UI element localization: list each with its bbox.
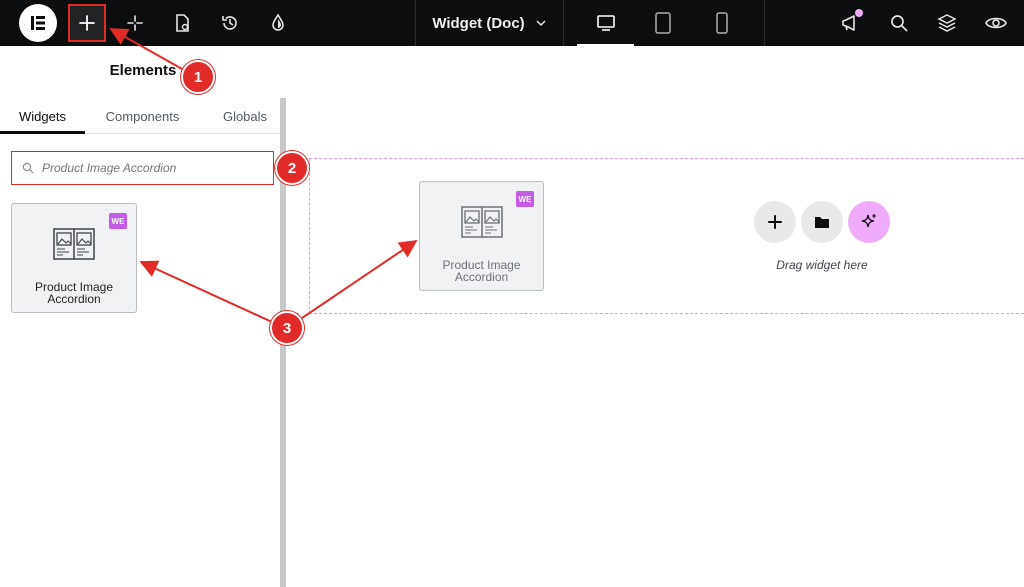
page-settings-icon — [176, 14, 189, 32]
history-button[interactable] — [213, 0, 247, 46]
image-accordion-icon — [53, 228, 95, 260]
elementor-editor: Widget (Doc) Elements Widgets Components… — [0, 0, 1024, 587]
tab-globals[interactable]: Globals — [210, 98, 280, 134]
whats-new-button[interactable] — [834, 0, 866, 46]
search-button[interactable] — [883, 0, 915, 46]
ai-sparkle-icon — [861, 214, 876, 228]
top-toolbar: Widget (Doc) — [0, 0, 1024, 47]
eye-icon — [985, 17, 1007, 29]
color-drop-icon — [272, 13, 284, 31]
panel-title: Elements — [109, 62, 177, 79]
add-section-button[interactable] — [754, 201, 796, 243]
template-library-button[interactable] — [801, 201, 843, 243]
tablet-view-button[interactable] — [637, 0, 689, 46]
add-element-button[interactable] — [68, 4, 106, 42]
tablet-icon — [655, 12, 671, 34]
elements-panel: Elements Widgets Components Globals WE P… — [0, 46, 286, 587]
plus-icon — [768, 215, 782, 229]
empty-section-drop-zone[interactable] — [309, 158, 1024, 314]
ai-sparkle-button[interactable] — [118, 0, 152, 46]
ai-sparkle-icon — [127, 15, 143, 31]
tab-widgets[interactable]: Widgets — [0, 98, 85, 134]
widget-badge: WE — [516, 191, 534, 207]
tab-components[interactable]: Components — [95, 98, 190, 134]
widget-card-product-image-accordion[interactable]: WE Product Image Accordion — [11, 203, 137, 313]
toolbar-divider — [764, 0, 765, 46]
toolbar-divider — [563, 0, 564, 46]
document-title-dropdown[interactable]: Widget (Doc) — [416, 0, 563, 46]
drag-widget-hint: Drag widget here — [776, 258, 868, 272]
callout-badge: 1 — [181, 60, 215, 94]
widget-search-box[interactable] — [11, 151, 274, 185]
panel-tabs: Widgets Components Globals — [0, 98, 280, 134]
active-tab-indicator — [0, 131, 85, 134]
search-icon — [891, 15, 908, 32]
page-settings-button[interactable] — [165, 0, 199, 46]
structure-button[interactable] — [931, 0, 963, 46]
callout-badge: 2 — [275, 151, 309, 185]
plus-icon — [79, 15, 95, 31]
dragged-widget-card[interactable]: WE Product Image Accordion — [419, 181, 544, 291]
widget-label-line2: Accordion — [47, 292, 101, 306]
history-icon — [222, 16, 237, 30]
folder-icon — [815, 217, 829, 228]
elementor-logo-icon[interactable] — [19, 4, 57, 42]
widget-search-input[interactable] — [42, 161, 262, 175]
preview-button[interactable] — [980, 0, 1012, 46]
widget-label-line2: Accordion — [454, 270, 509, 284]
desktop-view-button[interactable] — [577, 0, 634, 46]
callout-badge: 3 — [270, 311, 304, 345]
notification-dot — [855, 9, 863, 17]
site-settings-button[interactable] — [261, 0, 295, 46]
document-title: Widget (Doc) — [432, 14, 525, 32]
layers-icon — [937, 14, 957, 32]
mobile-icon — [716, 12, 728, 34]
chevron-down-icon — [536, 20, 546, 27]
mobile-view-button[interactable] — [696, 0, 748, 46]
widget-badge: WE — [109, 213, 127, 229]
image-accordion-icon — [461, 206, 503, 238]
search-icon — [22, 162, 34, 174]
active-device-indicator — [577, 44, 634, 47]
ai-generate-button[interactable] — [848, 201, 890, 243]
desktop-icon — [596, 15, 615, 31]
